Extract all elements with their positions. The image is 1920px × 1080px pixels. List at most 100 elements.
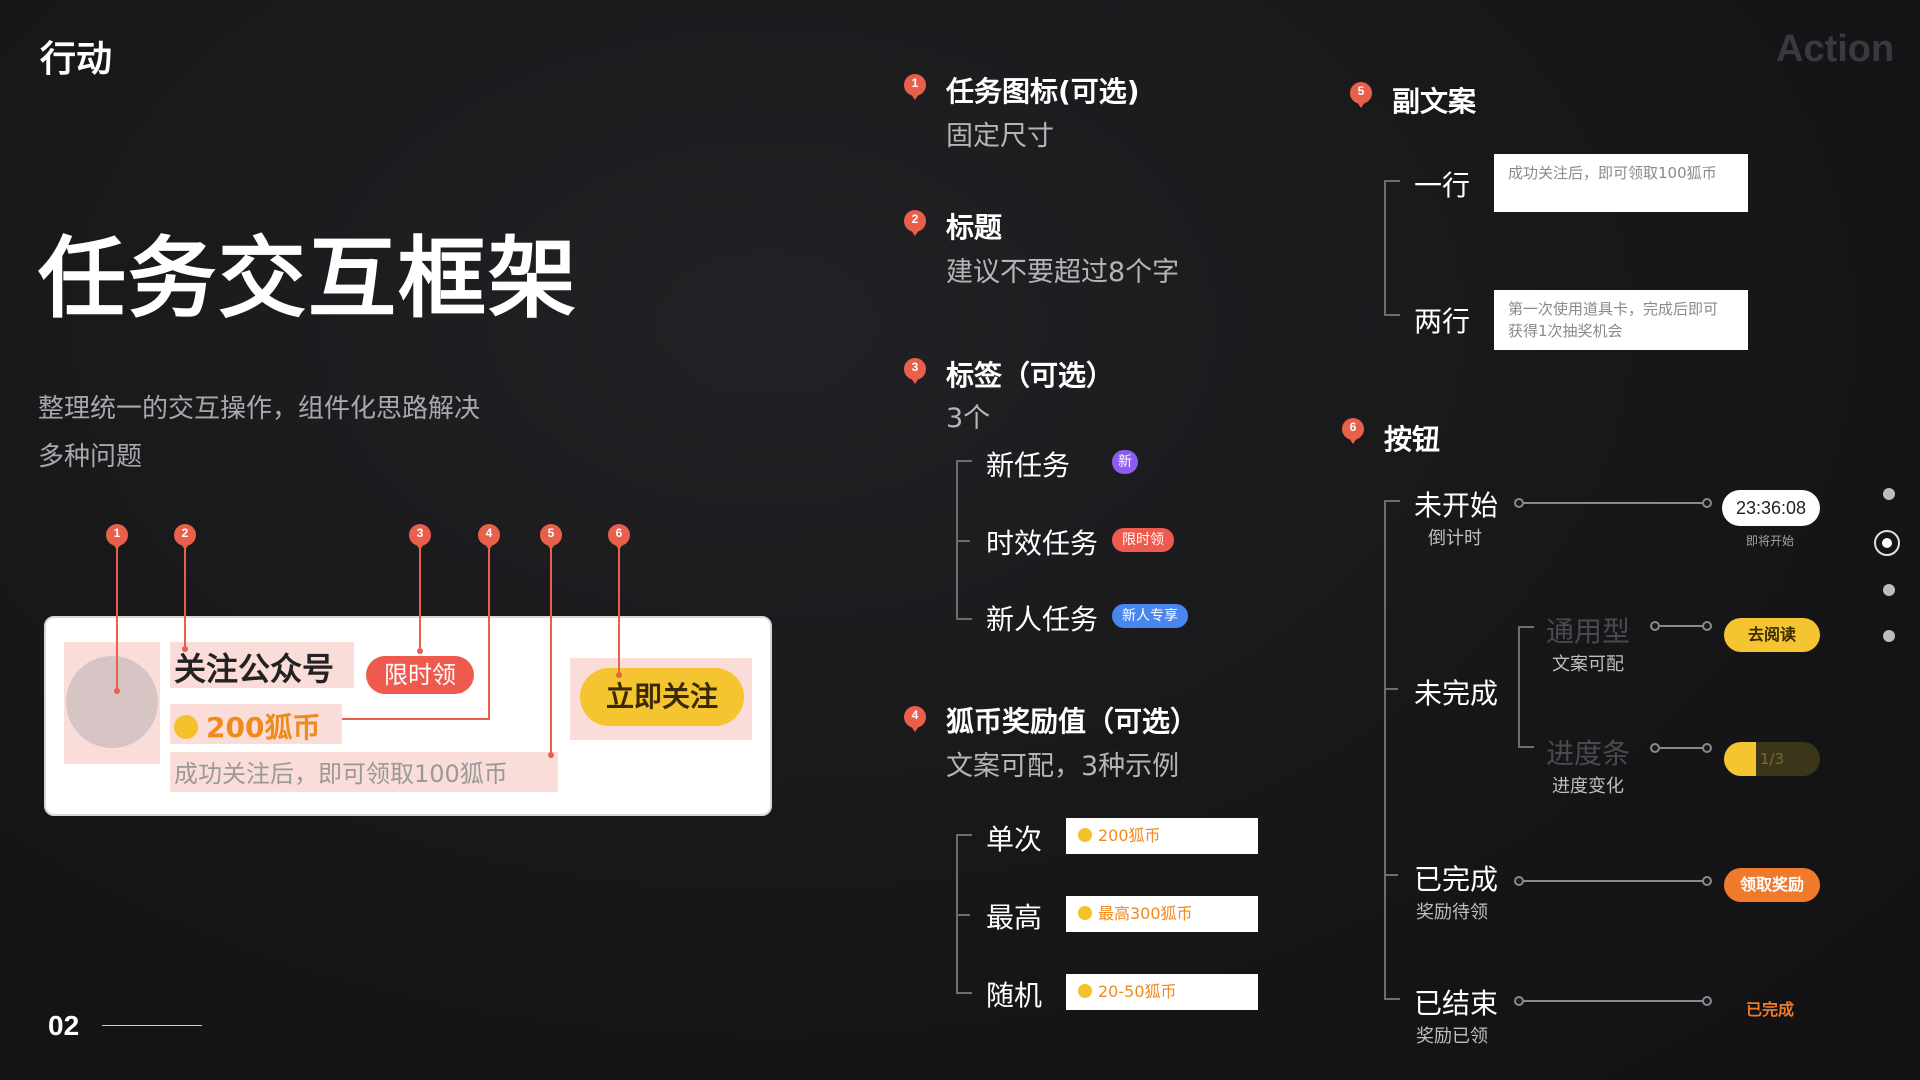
section-3-tick — [956, 540, 970, 542]
copy-item-label-2: 两行 — [1414, 305, 1471, 338]
section-6-tick-incomplete — [1384, 688, 1398, 690]
section-2-sub: 建议不要超过8个字 — [946, 257, 1180, 288]
tag-item-label-2: 时效任务 — [986, 527, 1099, 560]
leader-line-4-h — [342, 718, 490, 720]
section-5-bracket — [1384, 180, 1400, 316]
hero-description: 整理统一的交互操作，组件化思路解决 多种问题 — [38, 385, 480, 481]
state-completed: 已完成 — [1414, 863, 1499, 896]
badge-limited: 限时领 — [1112, 528, 1174, 552]
connector-line — [1524, 502, 1704, 504]
copy-example-two-line: 第一次使用道具卡，完成后即可 获得1次抽奖机会 — [1494, 290, 1748, 350]
connector-line — [1660, 747, 1704, 749]
section-4-sub: 文案可配，3种示例 — [946, 751, 1180, 782]
go-read-button[interactable]: 去阅读 — [1724, 618, 1820, 652]
section-pin-1: 1 — [904, 74, 926, 100]
connector-dot — [1514, 876, 1524, 886]
marker-pin-6: 6 — [608, 524, 630, 550]
copy-example-one-line: 成功关注后，即可领取100狐币 — [1494, 154, 1748, 212]
section-pin-3: 3 — [904, 358, 926, 384]
copy-item-label-1: 一行 — [1414, 169, 1471, 202]
state-completed-sub: 奖励待领 — [1416, 902, 1488, 923]
connector-dot — [1702, 876, 1712, 886]
page-title: 任务交互框架 — [38, 227, 579, 330]
countdown-button[interactable]: 23:36:08 — [1722, 490, 1820, 526]
badge-newcomer: 新人专享 — [1112, 604, 1188, 628]
reward-example-max: 最高300狐币 — [1066, 896, 1258, 932]
section-label: 行动 — [40, 39, 113, 80]
badge-new: 新 — [1112, 450, 1138, 474]
completed-status: 已完成 — [1746, 1000, 1795, 1019]
connector-line — [1524, 1000, 1704, 1002]
section-4-title: 狐币奖励值（可选） — [946, 705, 1199, 738]
leader-line-1 — [116, 548, 118, 692]
reward-example-random: 20-50狐币 — [1066, 974, 1258, 1010]
variant-general: 通用型 — [1546, 615, 1631, 648]
coin-icon — [174, 715, 198, 739]
pager-dot-active[interactable] — [1874, 530, 1900, 556]
card-title: 关注公众号 — [174, 650, 335, 688]
variant-general-sub: 文案可配 — [1552, 654, 1624, 675]
section-3-title: 标签（可选） — [946, 359, 1115, 392]
state-incomplete: 未完成 — [1414, 677, 1499, 710]
progress-text: 1/3 — [1759, 750, 1785, 768]
page-number: 02 — [48, 1010, 80, 1041]
section-pin-5: 5 — [1350, 82, 1372, 108]
pager-dot-active-inner — [1882, 538, 1892, 548]
section-1-title: 任务图标(可选) — [946, 75, 1140, 108]
connector-dot — [1702, 996, 1712, 1006]
pager-dot-4[interactable] — [1883, 630, 1895, 642]
connector-line — [1660, 625, 1704, 627]
leader-dot-2 — [182, 646, 188, 652]
marker-pin-1: 1 — [106, 524, 128, 550]
coin-icon — [1078, 906, 1092, 920]
variant-progress: 进度条 — [1546, 737, 1631, 770]
leader-dot-1 — [114, 688, 120, 694]
section-pin-6: 6 — [1342, 418, 1364, 444]
marker-pin-2: 2 — [174, 524, 196, 550]
tag-item-label-3: 新人任务 — [986, 603, 1099, 636]
connector-line — [1524, 880, 1704, 882]
marker-pin-5: 5 — [540, 524, 562, 550]
section-2-title: 标题 — [946, 211, 1003, 244]
connector-dot — [1514, 996, 1524, 1006]
section-pin-4: 4 — [904, 706, 926, 732]
leader-dot-3 — [417, 648, 423, 654]
follow-now-button[interactable]: 立即关注 — [580, 668, 744, 726]
reward-example-single: 200狐币 — [1066, 818, 1258, 854]
connector-dot — [1650, 743, 1660, 753]
hero-desc-line-2: 多种问题 — [38, 442, 143, 472]
claim-reward-button[interactable]: 领取奖励 — [1724, 868, 1820, 902]
leader-line-4 — [488, 548, 490, 718]
variant-progress-sub: 进度变化 — [1552, 776, 1624, 797]
section-4-tick — [956, 914, 970, 916]
reward-item-label-3: 随机 — [986, 979, 1043, 1012]
leader-line-6 — [618, 548, 620, 674]
pager-dot-1[interactable] — [1883, 488, 1895, 500]
progress-bar: 1/3 — [1724, 742, 1820, 776]
section-6-bracket — [1384, 500, 1400, 1000]
connector-dot — [1702, 498, 1712, 508]
card-reward: 200狐币 — [174, 706, 320, 746]
reward-item-label-1: 单次 — [986, 823, 1043, 856]
card-tag: 限时领 — [366, 656, 474, 694]
leader-dot-5 — [548, 752, 554, 758]
marker-pin-3: 3 — [409, 524, 431, 550]
section-1-sub: 固定尺寸 — [946, 121, 1054, 152]
state-ended-sub: 奖励已领 — [1416, 1026, 1488, 1047]
pager-dot-3[interactable] — [1883, 584, 1895, 596]
section-6-tick-completed — [1384, 874, 1398, 876]
page-number-rule — [102, 1025, 202, 1026]
example-task-card: 关注公众号 限时领 200狐币 成功关注后，即可领取100狐币 立即关注 — [44, 616, 772, 816]
leader-line-3 — [419, 548, 421, 648]
state-ended: 已结束 — [1414, 987, 1499, 1020]
connector-dot — [1514, 498, 1524, 508]
connector-dot — [1650, 621, 1660, 631]
hero-desc-line-1: 整理统一的交互操作，组件化思路解决 — [38, 394, 481, 424]
card-subtitle: 成功关注后，即可领取100狐币 — [174, 760, 508, 788]
coin-icon — [1078, 984, 1092, 998]
connector-dot — [1702, 743, 1712, 753]
section-5-title: 副文案 — [1392, 85, 1477, 118]
leader-line-2 — [184, 548, 186, 648]
leader-line-5 — [550, 548, 552, 754]
leader-dot-6 — [616, 672, 622, 678]
